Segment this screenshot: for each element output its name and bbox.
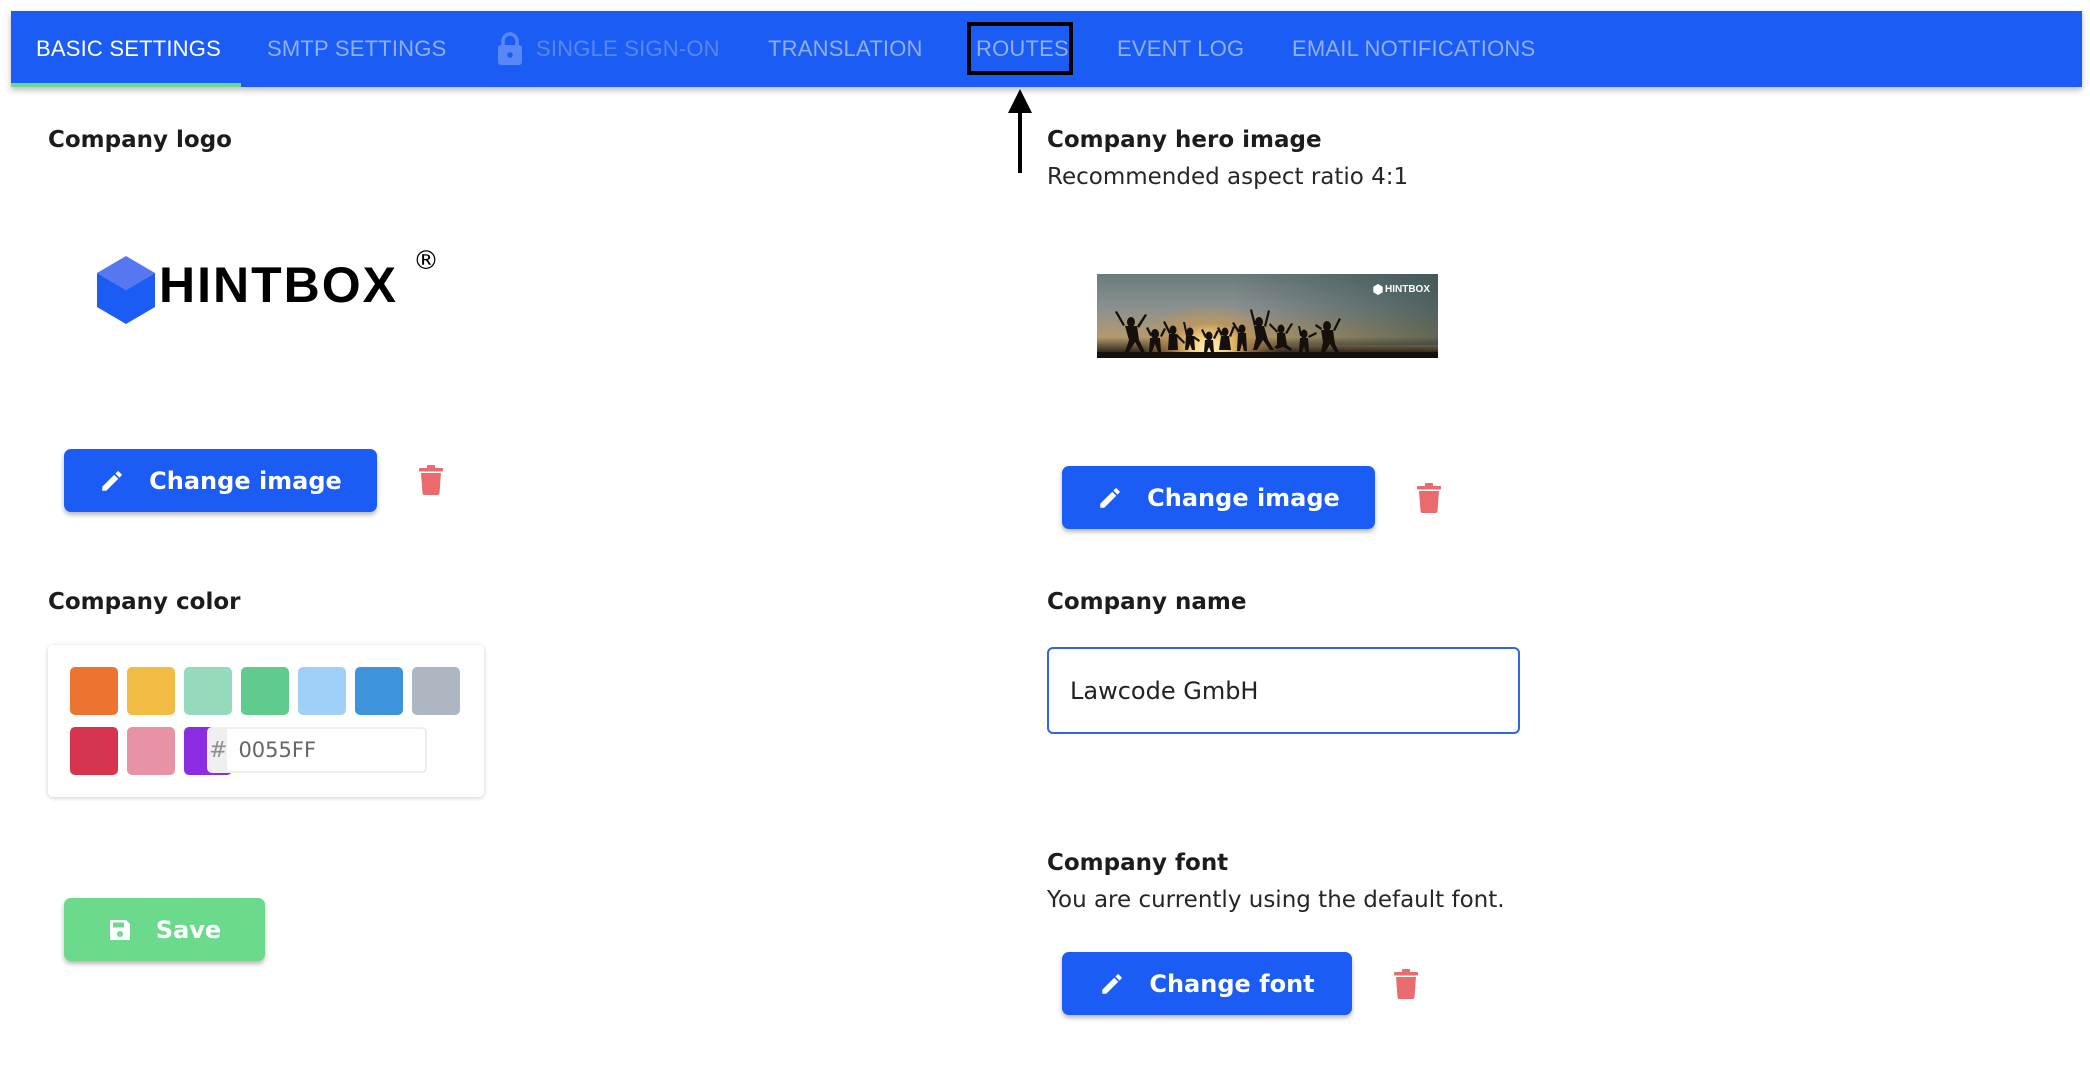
hero-aspect-hint: Recommended aspect ratio 4:1 (1047, 164, 1409, 190)
tab-label: ROUTES (976, 36, 1069, 61)
company-name-label: Company name (1047, 589, 1247, 615)
hex-color-field: # (207, 727, 427, 773)
logo-cube-icon (97, 256, 155, 324)
change-logo-button[interactable]: Change image (64, 449, 377, 512)
color-swatch-pink[interactable] (127, 727, 175, 775)
company-hero-label: Company hero image (1047, 127, 1322, 153)
color-swatch-yellow[interactable] (127, 667, 175, 715)
tab-smtp-settings[interactable]: SMTP SETTINGS (267, 11, 446, 87)
color-swatch-light-blue[interactable] (298, 667, 346, 715)
font-status-text: You are currently using the default font… (1047, 887, 1505, 913)
tab-label: SMTP SETTINGS (267, 36, 447, 61)
color-swatch-gray[interactable] (412, 667, 460, 715)
save-button[interactable]: Save (64, 898, 265, 961)
color-swatch-red[interactable] (70, 727, 118, 775)
tab-label: EMAIL NOTIFICATIONS (1292, 36, 1536, 61)
pencil-icon (1102, 973, 1123, 994)
lock-icon (498, 32, 522, 65)
button-label: Save (155, 915, 222, 944)
delete-hero-trash-icon[interactable] (1417, 483, 1441, 513)
tab-single-sign-on: SINGLE SIGN-ON (497, 11, 720, 87)
tab-email-notifications[interactable]: EMAIL NOTIFICATIONS (1292, 11, 1535, 87)
color-swatch-orange[interactable] (70, 667, 118, 715)
color-swatch-green[interactable] (241, 667, 289, 715)
hero-brand-mark: HINTBOX (1373, 284, 1430, 295)
tab-event-log[interactable]: EVENT LOG (1117, 11, 1244, 87)
hero-brand-text: HINTBOX (1385, 284, 1430, 295)
button-label: Change font (1149, 969, 1315, 998)
logo-wordmark: HINTBOX (159, 257, 398, 313)
hex-color-input[interactable] (227, 729, 425, 771)
hex-prefix: # (209, 729, 228, 771)
active-tab-indicator (11, 83, 241, 87)
color-swatch-mint[interactable] (184, 667, 232, 715)
color-swatch-blue[interactable] (355, 667, 403, 715)
company-logo-label: Company logo (48, 127, 232, 153)
settings-tab-bar: BASIC SETTINGS SMTP SETTINGS SINGLE SIGN… (11, 11, 2082, 87)
company-logo: HINTBOX ® (97, 246, 457, 326)
button-label: Change image (149, 466, 342, 495)
tab-basic-settings[interactable]: BASIC SETTINGS (36, 11, 221, 87)
button-label: Change image (1147, 483, 1340, 512)
company-color-label: Company color (48, 589, 241, 615)
annotation-arrow-icon (1008, 89, 1032, 173)
floppy-disk-icon (109, 919, 130, 940)
color-picker: # (48, 645, 484, 797)
company-font-label: Company font (1047, 850, 1229, 876)
company-name-input[interactable] (1047, 647, 1520, 734)
registered-mark: ® (413, 246, 439, 276)
tab-label: SINGLE SIGN-ON (536, 36, 720, 61)
tab-label: EVENT LOG (1117, 36, 1245, 61)
hero-cube-icon (1373, 284, 1383, 295)
delete-font-trash-icon[interactable] (1394, 969, 1418, 999)
pencil-icon (102, 470, 122, 491)
hero-image-preview: HINTBOX (1097, 274, 1438, 358)
tab-routes[interactable]: ROUTES (976, 11, 1069, 87)
change-font-button[interactable]: Change font (1062, 952, 1352, 1015)
delete-logo-trash-icon[interactable] (419, 465, 443, 495)
change-hero-image-button[interactable]: Change image (1062, 466, 1375, 529)
tab-label: BASIC SETTINGS (36, 36, 221, 61)
pencil-icon (1100, 487, 1120, 508)
tab-translation[interactable]: TRANSLATION (768, 11, 923, 87)
tab-label: TRANSLATION (768, 36, 923, 61)
